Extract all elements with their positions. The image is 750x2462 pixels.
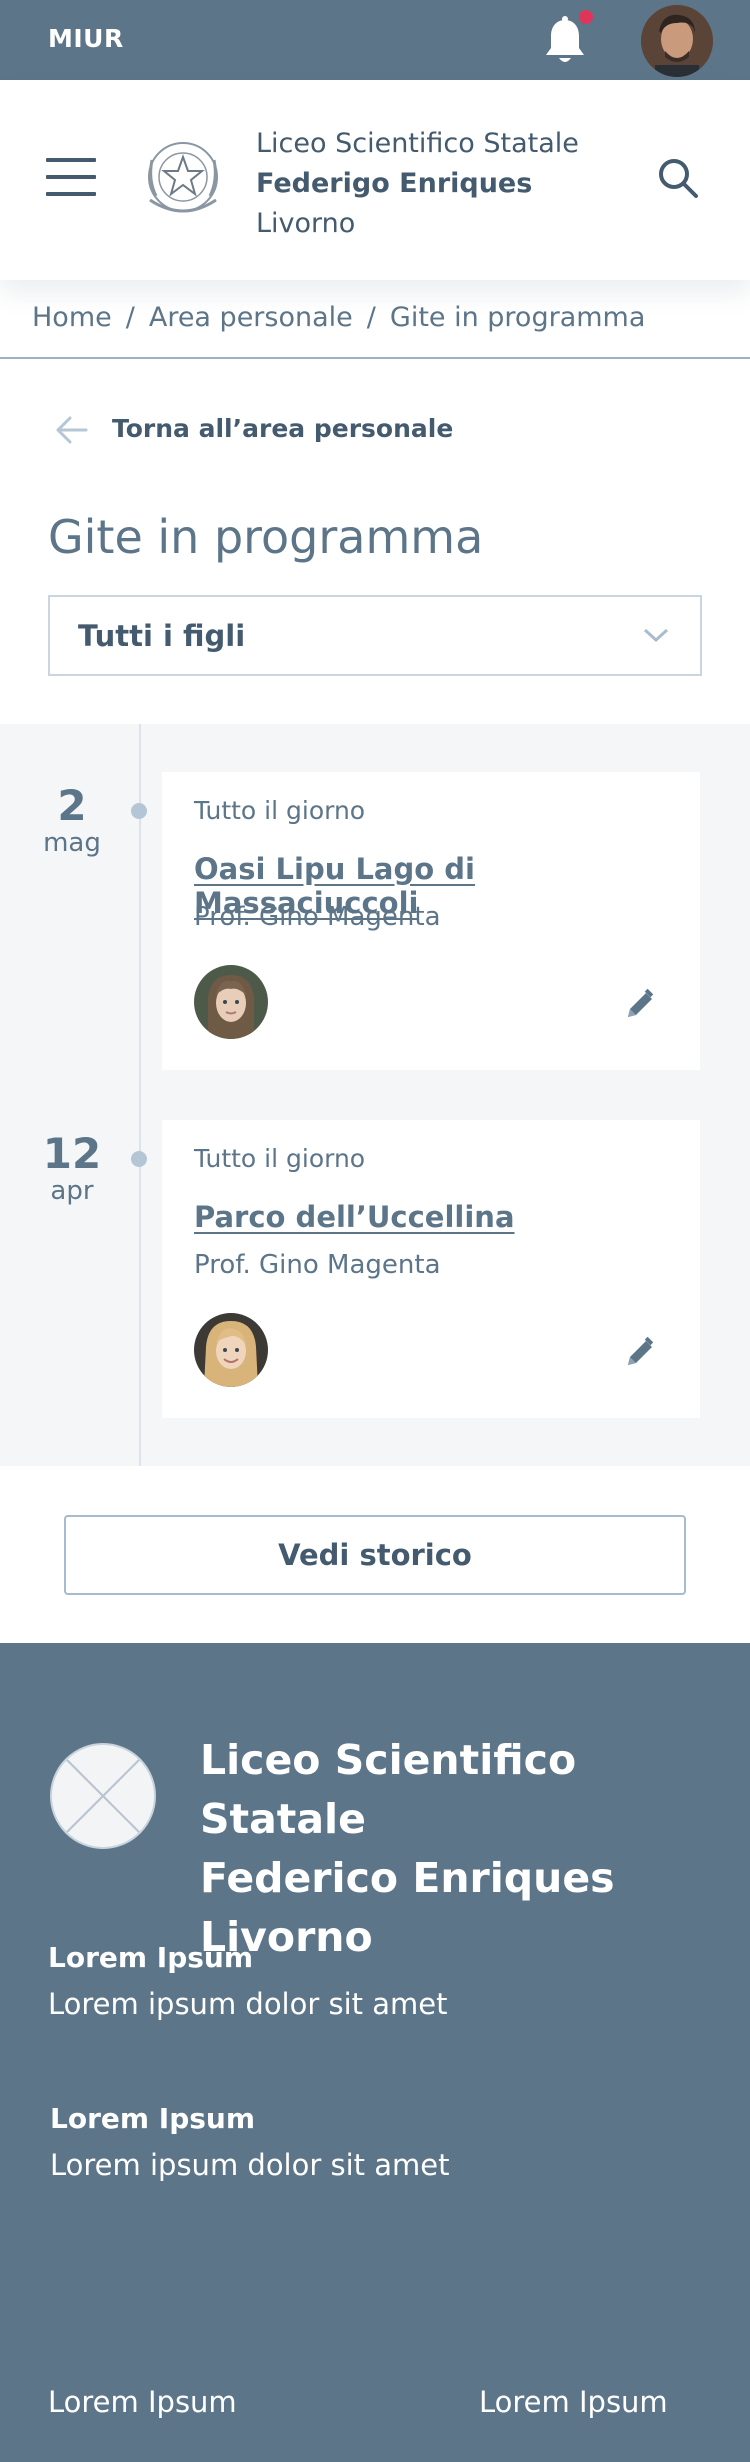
chevron-down-icon bbox=[643, 628, 669, 643]
user-avatar[interactable] bbox=[641, 5, 713, 77]
footer-school-name: Liceo Scientifico Statale Federico Enriq… bbox=[200, 1731, 750, 1967]
footer-link[interactable]: Lorem Ipsum bbox=[48, 2385, 237, 2419]
school-name[interactable]: Liceo Scientifico Statale Federigo Enriq… bbox=[256, 124, 579, 244]
footer-school-line2: Federico Enriques bbox=[200, 1854, 615, 1902]
trip-card: Tutto il giorno Oasi Lipu Lago di Massac… bbox=[162, 772, 700, 1070]
select-value: Tutti i figli bbox=[78, 619, 246, 653]
trip-teacher: Prof. Gino Magenta bbox=[194, 1250, 441, 1280]
top-bar: MIUR bbox=[0, 0, 750, 80]
trip-day: 2 bbox=[57, 781, 87, 830]
search-icon[interactable] bbox=[655, 155, 701, 201]
breadcrumb-home[interactable]: Home bbox=[32, 302, 112, 333]
school-name-line2: Federigo Enriques bbox=[256, 168, 533, 199]
trip-title-link[interactable]: Parco dell’Uccellina bbox=[194, 1200, 515, 1234]
hamburger-icon[interactable] bbox=[46, 158, 96, 198]
footer-text: Lorem ipsum dolor sit amet bbox=[48, 1987, 448, 2021]
timeline-dot bbox=[131, 1151, 147, 1167]
child-avatar bbox=[194, 1313, 268, 1387]
footer-school-line3: Livorno bbox=[200, 1913, 373, 1961]
children-filter-select[interactable]: Tutti i figli bbox=[48, 595, 702, 676]
trip-teacher: Prof. Gino Magenta bbox=[194, 902, 441, 932]
child-avatar bbox=[194, 965, 268, 1039]
italian-republic-emblem bbox=[148, 142, 218, 213]
notification-dot bbox=[576, 7, 596, 27]
timeline-line bbox=[139, 724, 141, 1466]
school-name-line3: Livorno bbox=[256, 208, 356, 239]
footer-heading: Lorem Ipsum bbox=[48, 1941, 254, 1974]
breadcrumb-area-personale[interactable]: Area personale bbox=[149, 302, 353, 333]
page-title: Gite in programma bbox=[48, 510, 484, 564]
footer-heading: Lorem Ipsum bbox=[50, 2102, 256, 2135]
breadcrumb-separator: / bbox=[125, 302, 135, 333]
breadcrumb-separator: / bbox=[366, 302, 376, 333]
footer-link[interactable]: Lorem Ipsum bbox=[479, 2385, 668, 2419]
pencil-icon[interactable] bbox=[622, 987, 658, 1023]
footer-school-line1: Liceo Scientifico Statale bbox=[200, 1736, 577, 1843]
trip-month: apr bbox=[50, 1176, 94, 1206]
trip-time: Tutto il giorno bbox=[194, 1144, 366, 1173]
timeline-dot bbox=[131, 803, 147, 819]
trip-card: Tutto il giorno Parco dell’Uccellina Pro… bbox=[162, 1120, 700, 1418]
placeholder-logo bbox=[50, 1743, 156, 1849]
breadcrumb-current: Gite in programma bbox=[389, 302, 646, 333]
trip-day: 12 bbox=[42, 1129, 102, 1178]
trip-month: mag bbox=[43, 828, 101, 858]
trip-time: Tutto il giorno bbox=[194, 796, 366, 825]
breadcrumb-divider bbox=[0, 357, 750, 359]
pencil-icon[interactable] bbox=[622, 1335, 658, 1371]
school-name-line1: Liceo Scientifico Statale bbox=[256, 128, 579, 159]
arrow-left-icon[interactable] bbox=[54, 415, 90, 445]
breadcrumb: Home / Area personale / Gite in programma bbox=[32, 302, 645, 333]
miur-label[interactable]: MIUR bbox=[48, 24, 124, 53]
site-footer: Liceo Scientifico Statale Federico Enriq… bbox=[0, 1643, 750, 2462]
history-button[interactable]: Vedi storico bbox=[64, 1515, 686, 1595]
footer-text: Lorem ipsum dolor sit amet bbox=[50, 2148, 450, 2182]
trip-date: 12 apr bbox=[22, 1129, 122, 1207]
site-header: Liceo Scientifico Statale Federigo Enriq… bbox=[0, 80, 750, 280]
trips-timeline: 2 mag Tutto il giorno Oasi Lipu Lago di … bbox=[0, 724, 750, 1466]
trip-date: 2 mag bbox=[22, 781, 122, 859]
back-link[interactable]: Torna all’area personale bbox=[112, 414, 453, 443]
